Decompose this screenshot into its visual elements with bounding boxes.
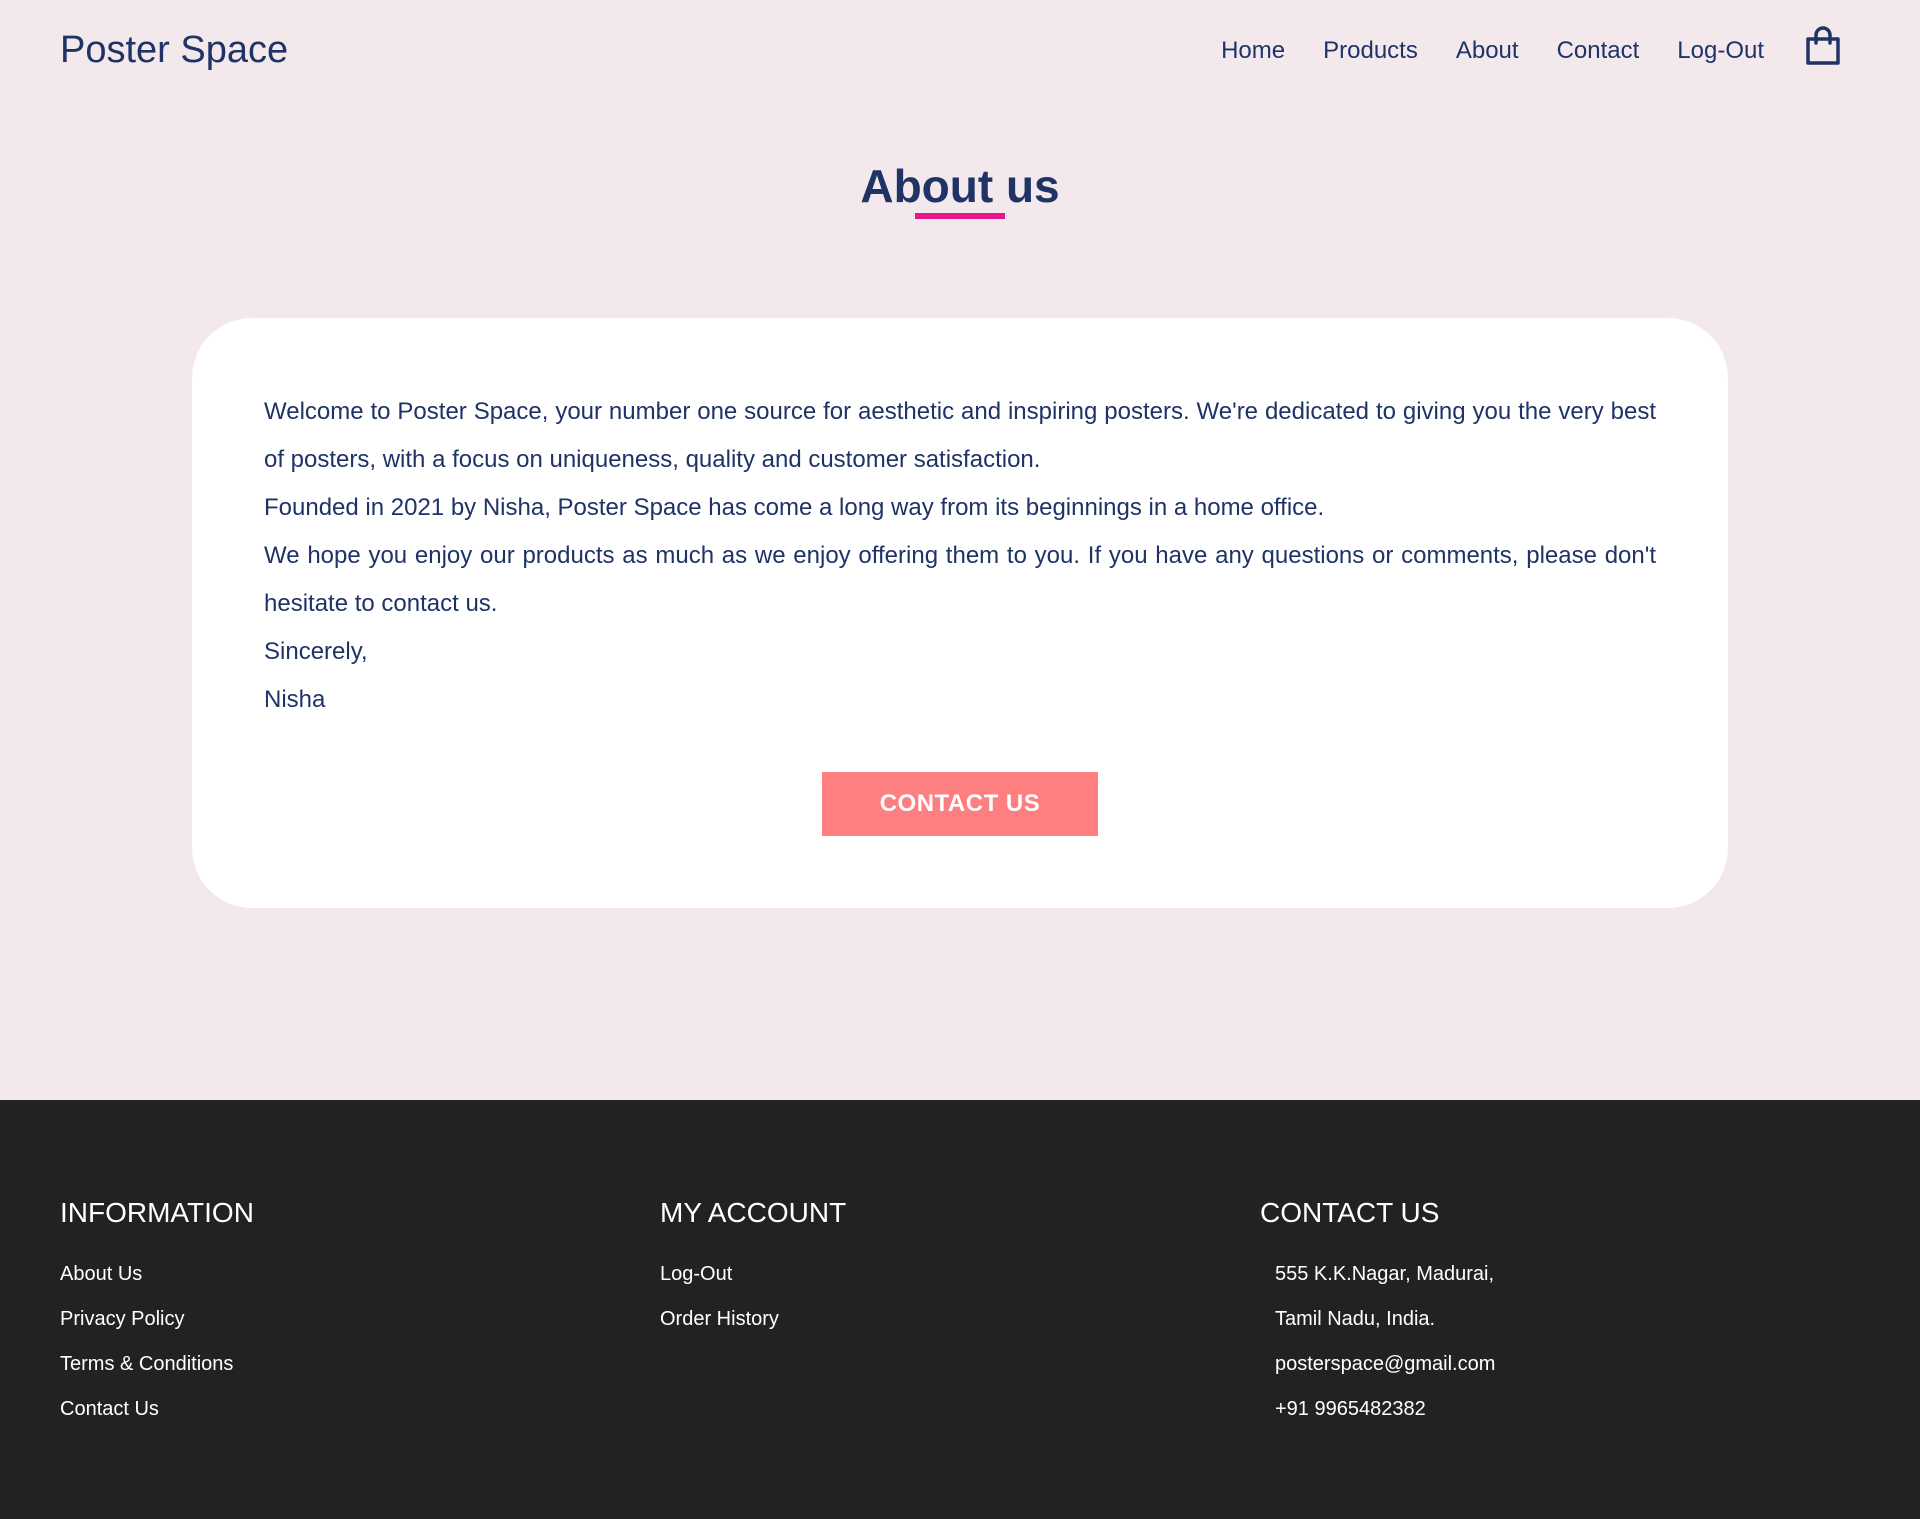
footer-my-account: MY ACCOUNT Log-Out Order History [660,1196,846,1342]
footer-link-about-us[interactable]: About Us [60,1252,254,1297]
main-nav: Home Products About Contact Log-Out [1221,34,1764,68]
footer-address-line-2: Tamil Nadu, India. [1275,1308,1436,1330]
site-header: Poster Space Home Products About Contact… [0,0,1920,100]
footer-contact: CONTACT US 555 K.K.Nagar, Madurai, Tamil… [1260,1196,1495,1432]
brand-logo[interactable]: Poster Space [60,27,288,73]
about-text: Welcome to Poster Space, your number one… [264,388,1656,724]
footer-phone: +91 9965482382 [1275,1398,1426,1420]
about-card: Welcome to Poster Space, your number one… [192,318,1728,908]
about-signature: Nisha [264,686,326,713]
title-underline [915,213,1005,219]
footer-heading-my-account: MY ACCOUNT [660,1197,847,1228]
footer-information: INFORMATION About Us Privacy Policy Term… [60,1196,254,1432]
footer-link-contact-us[interactable]: Contact Us [60,1387,254,1432]
nav-products[interactable]: Products [1323,34,1418,68]
about-signoff: Sincerely, [264,638,368,665]
page-title: About us [860,160,1060,212]
about-paragraph-hope: We hope you enjoy our products as much a… [264,542,1656,617]
nav-home[interactable]: Home [1221,34,1285,68]
page: Poster Space Home Products About Contact… [0,0,1920,1519]
footer-link-privacy-policy[interactable]: Privacy Policy [60,1297,254,1342]
footer-email: posterspace@gmail.com [1275,1353,1496,1375]
footer-link-logout[interactable]: Log-Out [660,1252,846,1297]
title-section: About us [0,155,1920,217]
about-paragraph-founded: Founded in 2021 by Nisha, Poster Space h… [264,494,1325,521]
nav-about[interactable]: About [1456,34,1519,68]
footer-link-terms[interactable]: Terms & Conditions [60,1342,254,1387]
site-footer: INFORMATION About Us Privacy Policy Term… [0,1100,1920,1519]
footer-link-order-history[interactable]: Order History [660,1297,846,1342]
shopping-bag-icon[interactable] [1804,26,1842,66]
nav-logout[interactable]: Log-Out [1677,34,1764,68]
about-paragraph-welcome: Welcome to Poster Space, your number one… [264,398,1656,473]
footer-heading-information: INFORMATION [60,1197,254,1228]
contact-us-button[interactable]: CONTACT US [822,772,1098,836]
footer-address-line-1: 555 K.K.Nagar, Madurai, [1275,1263,1495,1285]
nav-contact[interactable]: Contact [1557,34,1640,68]
footer-heading-contact-us: CONTACT US [1260,1197,1440,1228]
